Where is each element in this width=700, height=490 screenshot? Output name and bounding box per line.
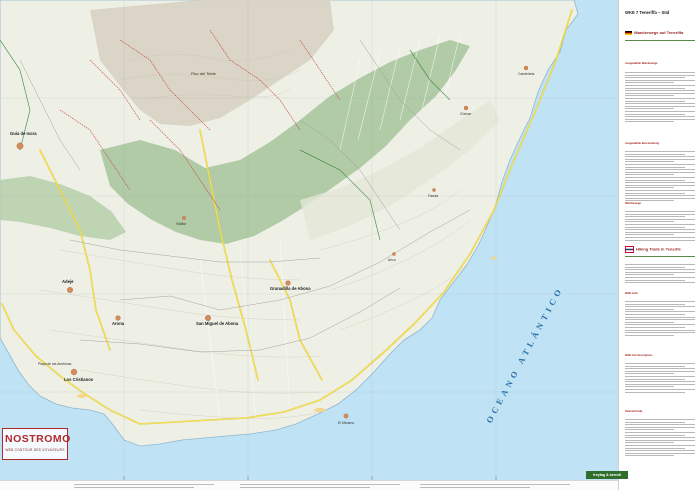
text-block xyxy=(625,151,695,203)
divider xyxy=(625,40,695,41)
german-flag-icon xyxy=(625,30,632,36)
place-label-pico-del-teide: Pico del Teide xyxy=(191,71,216,76)
subheading: Ausgewählte Beschreibung xyxy=(625,142,660,145)
place-label-vilaflor: Vilaflor xyxy=(176,222,187,226)
place-label-fasnia: Fasnia xyxy=(428,194,439,198)
place-label-arico: Arico xyxy=(388,258,396,262)
text-block xyxy=(625,301,695,337)
place-label-candelaria: Candelaria xyxy=(518,72,535,76)
place-label-playa-de-las-americas: Playa de las Américas xyxy=(38,362,72,366)
subheading: Walk trails xyxy=(625,292,638,295)
map-area[interactable]: Pico del Teide Guía de Isora Adeje Arona… xyxy=(0,0,618,490)
subheading: Walk trail descriptions xyxy=(625,354,653,357)
subheading: Ausgewählte Wanderwege xyxy=(625,62,658,65)
text-block xyxy=(625,211,695,242)
text-block xyxy=(625,363,695,394)
section-heading-en-label: Hiking Trails in Tenerife xyxy=(636,246,681,252)
section-heading-de-label: Wanderwege auf Teneriffa xyxy=(634,30,684,35)
place-label-san-miguel: San Miguel de Abona xyxy=(196,321,239,326)
bottom-info-strip xyxy=(0,480,618,490)
text-block xyxy=(625,264,695,285)
uk-flag-icon xyxy=(625,246,634,253)
section-heading-en: Hiking Trails in Tenerife xyxy=(625,246,681,253)
text-block xyxy=(625,419,695,458)
place-label-guia-de-isora: Guía de Isora xyxy=(10,131,37,136)
place-label-los-cristianos: Los Cristianos xyxy=(64,377,94,382)
logo-wordmark: NOSTROMO xyxy=(5,433,71,445)
text-block xyxy=(625,72,695,124)
subheading: Selected trails xyxy=(625,410,643,413)
subheading: Wanderwege xyxy=(625,202,641,205)
legend-panel: WKE 7 Teneriffa – Süd Wanderwege auf Ten… xyxy=(618,0,700,490)
map-sheet: Pico del Teide Guía de Isora Adeje Arona… xyxy=(0,0,700,490)
place-label-arona: Arona xyxy=(112,321,125,326)
place-label-adeje: Adeje xyxy=(62,279,74,284)
watermark-logo: NOSTROMO WEB CONTOUR DES VOYAGEURS xyxy=(2,428,71,468)
divider xyxy=(625,256,695,257)
place-label-el-medano: El Médano xyxy=(338,421,355,425)
sheet-title: WKE 7 Teneriffa – Süd xyxy=(625,10,670,15)
logo-tagline: WEB CONTOUR DES VOYAGEURS xyxy=(5,448,65,452)
section-heading-de: Wanderwege auf Teneriffa xyxy=(625,30,684,36)
place-label-granadilla: Granadilla de Abona xyxy=(270,286,311,291)
place-label-guimar: Güímar xyxy=(460,112,472,116)
publisher-badge: freytag & berndt xyxy=(586,471,628,479)
